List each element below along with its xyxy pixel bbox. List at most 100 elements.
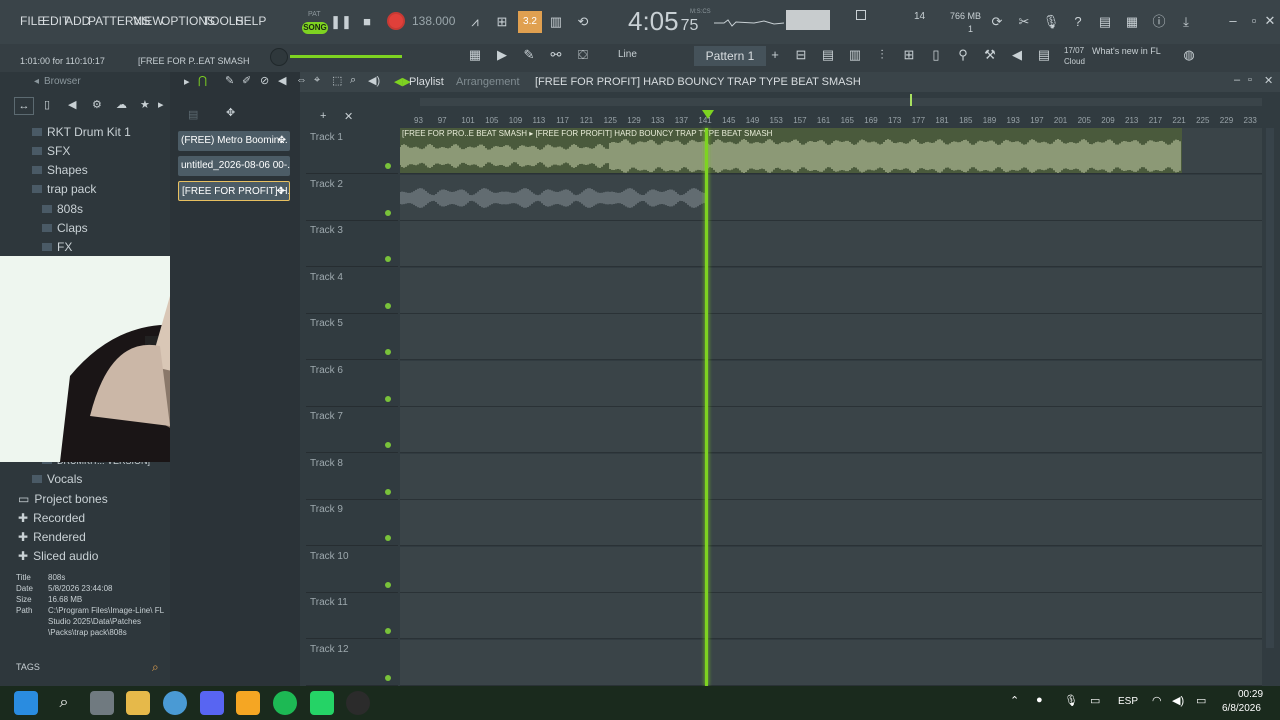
arrow-icon[interactable]: ▶ [491, 44, 513, 66]
tray-app-icon[interactable]: ● [1036, 694, 1043, 706]
browser-item[interactable]: SFX [32, 144, 70, 158]
vertical-scrollbar[interactable] [1266, 128, 1274, 648]
track-header[interactable]: Track 5 [306, 314, 398, 360]
zoom-icon[interactable]: ⌕ [350, 74, 356, 87]
volume-icon[interactable]: ◀) [1172, 694, 1184, 707]
menu-view[interactable]: VIEW [133, 14, 164, 28]
track-header[interactable]: Track 4 [306, 268, 398, 314]
playlist-view-icon[interactable]: ▦ [464, 44, 486, 66]
playlist-close-icon[interactable]: ✕ [1264, 74, 1273, 87]
track-lane[interactable] [400, 407, 1262, 453]
mixer-icon[interactable]: ⊟ [790, 44, 812, 66]
timeline-ruler[interactable]: 93 97 101 105 109 113 117 121 125 129 133 137 141 145… [400, 72, 1262, 128]
cloud-icon[interactable]: ☁ [116, 98, 127, 111]
browser-item[interactable]: Vocals [32, 472, 82, 486]
refresh-icon[interactable]: ⟳ [986, 11, 1008, 33]
track-enable-led[interactable] [385, 395, 391, 402]
menu-add[interactable]: ADD [65, 14, 90, 28]
browser-item[interactable]: ✚ Recorded [18, 511, 85, 525]
track-lane[interactable] [400, 593, 1262, 639]
browser-item[interactable]: trap pack [32, 182, 96, 196]
track-lane[interactable] [400, 546, 1262, 593]
browser-item[interactable]: 808s [42, 202, 83, 216]
tags-label[interactable]: TAGS [16, 662, 40, 672]
select-icon[interactable]: ⬚ [332, 74, 342, 87]
discord-icon[interactable] [200, 691, 224, 715]
file-explorer-icon[interactable] [126, 691, 150, 715]
browser-tree-icon[interactable]: ⊞ [898, 44, 920, 66]
help-icon[interactable]: ? [1067, 11, 1089, 33]
track-header[interactable]: Track 2 [306, 175, 398, 221]
track-enable-led[interactable] [385, 163, 391, 169]
track-header[interactable]: Track 1 [306, 128, 398, 174]
spotify-icon[interactable] [273, 691, 297, 715]
track-enable-led[interactable] [385, 302, 391, 309]
song-mode-toggle[interactable]: PAT SONG [302, 11, 328, 34]
stamp-icon[interactable]: ⛋ [572, 44, 594, 66]
tray-chevron-icon[interactable]: ⌃ [1010, 694, 1019, 707]
metronome-icon[interactable]: ⩘ [464, 11, 486, 33]
track-header[interactable]: Track 3 [306, 221, 398, 267]
snap-selector[interactable]: Line [618, 49, 637, 60]
store-icon[interactable]: ▤ [1033, 44, 1055, 66]
save-icon[interactable]: ▤ [1094, 11, 1116, 33]
track-header[interactable]: Track 7 [306, 407, 398, 453]
search-icon[interactable]: ⌕ [52, 691, 76, 715]
add-pattern-icon[interactable]: + [764, 44, 786, 66]
record-button[interactable] [387, 12, 405, 30]
browser-item[interactable]: Shapes [32, 163, 88, 177]
wait-input-icon[interactable]: ⊞ [491, 11, 513, 33]
track2-waveform[interactable] [400, 183, 706, 213]
new-file-icon[interactable]: ▯ [44, 98, 50, 111]
microphone-icon[interactable]: 🎙 [1040, 11, 1062, 33]
slice-icon[interactable]: ⌖ [314, 74, 320, 87]
track-lane[interactable] [400, 314, 1262, 360]
minimize-icon[interactable]: – [1222, 10, 1244, 32]
link-icon[interactable]: ⚯ [545, 44, 567, 66]
tools-icon[interactable]: ⚒ [979, 44, 1001, 66]
track-enable-led[interactable] [385, 349, 391, 355]
track-lane[interactable] [400, 639, 1262, 686]
picker-pattern[interactable]: untitled_2026-08-06 00-... [178, 156, 290, 176]
track-lane[interactable] [400, 267, 1262, 314]
track-lane[interactable] [400, 360, 1262, 407]
piano-roll-icon[interactable]: ▤ [817, 44, 839, 66]
track-enable-led[interactable] [385, 488, 391, 495]
plug-icon[interactable]: ⚲ [952, 44, 974, 66]
whatsapp-icon[interactable] [310, 691, 334, 715]
step-edit-icon[interactable]: ▥ [545, 11, 567, 33]
battery-icon[interactable]: ▭ [1196, 694, 1206, 707]
pause-button[interactable]: ❚❚ [330, 11, 352, 33]
plugin-icon[interactable]: ▦ [1121, 11, 1143, 33]
track-enable-led[interactable] [385, 674, 391, 681]
windows-start-icon[interactable] [14, 691, 38, 715]
track-enable-led[interactable] [385, 442, 391, 448]
task-view-icon[interactable] [90, 691, 114, 715]
obs-icon[interactable] [346, 691, 370, 715]
clock-time[interactable]: 00:29 [1238, 689, 1263, 700]
browser-item[interactable]: Claps [42, 221, 88, 235]
speaker-icon[interactable]: ◀ [1006, 44, 1028, 66]
tempo-display[interactable]: 138.000 [412, 14, 455, 30]
tags-search-icon[interactable]: ⌕ [152, 660, 159, 675]
pencil-icon[interactable]: ✎ [518, 44, 540, 66]
track-lane[interactable] [400, 221, 1262, 267]
countdown-icon[interactable]: 3.2 [518, 11, 542, 33]
track-enable-led[interactable] [385, 581, 391, 588]
clock-date[interactable]: 6/8/2026 [1222, 703, 1261, 714]
track-lane[interactable] [400, 453, 1262, 500]
draw-icon[interactable]: ✎ [225, 74, 234, 87]
arrow-left-icon[interactable]: ◀ [68, 98, 76, 111]
tray-display-icon[interactable]: ▭ [1090, 694, 1100, 707]
browser-options-icon[interactable]: ◂ [34, 76, 39, 87]
chrome-icon[interactable] [163, 691, 187, 715]
stop-button[interactable]: ■ [356, 11, 378, 33]
track-enable-led[interactable] [385, 209, 391, 216]
browser-item[interactable]: ✚ Rendered [18, 530, 86, 544]
track-header[interactable]: Track 9 [306, 500, 398, 546]
track-header[interactable]: Track 11 [306, 593, 398, 639]
track-enable-led[interactable] [385, 535, 391, 541]
document-icon[interactable]: ▯ [925, 44, 947, 66]
mixer-view-icon[interactable]: ⫶ [871, 44, 893, 66]
browser-item[interactable]: FX [42, 240, 72, 254]
